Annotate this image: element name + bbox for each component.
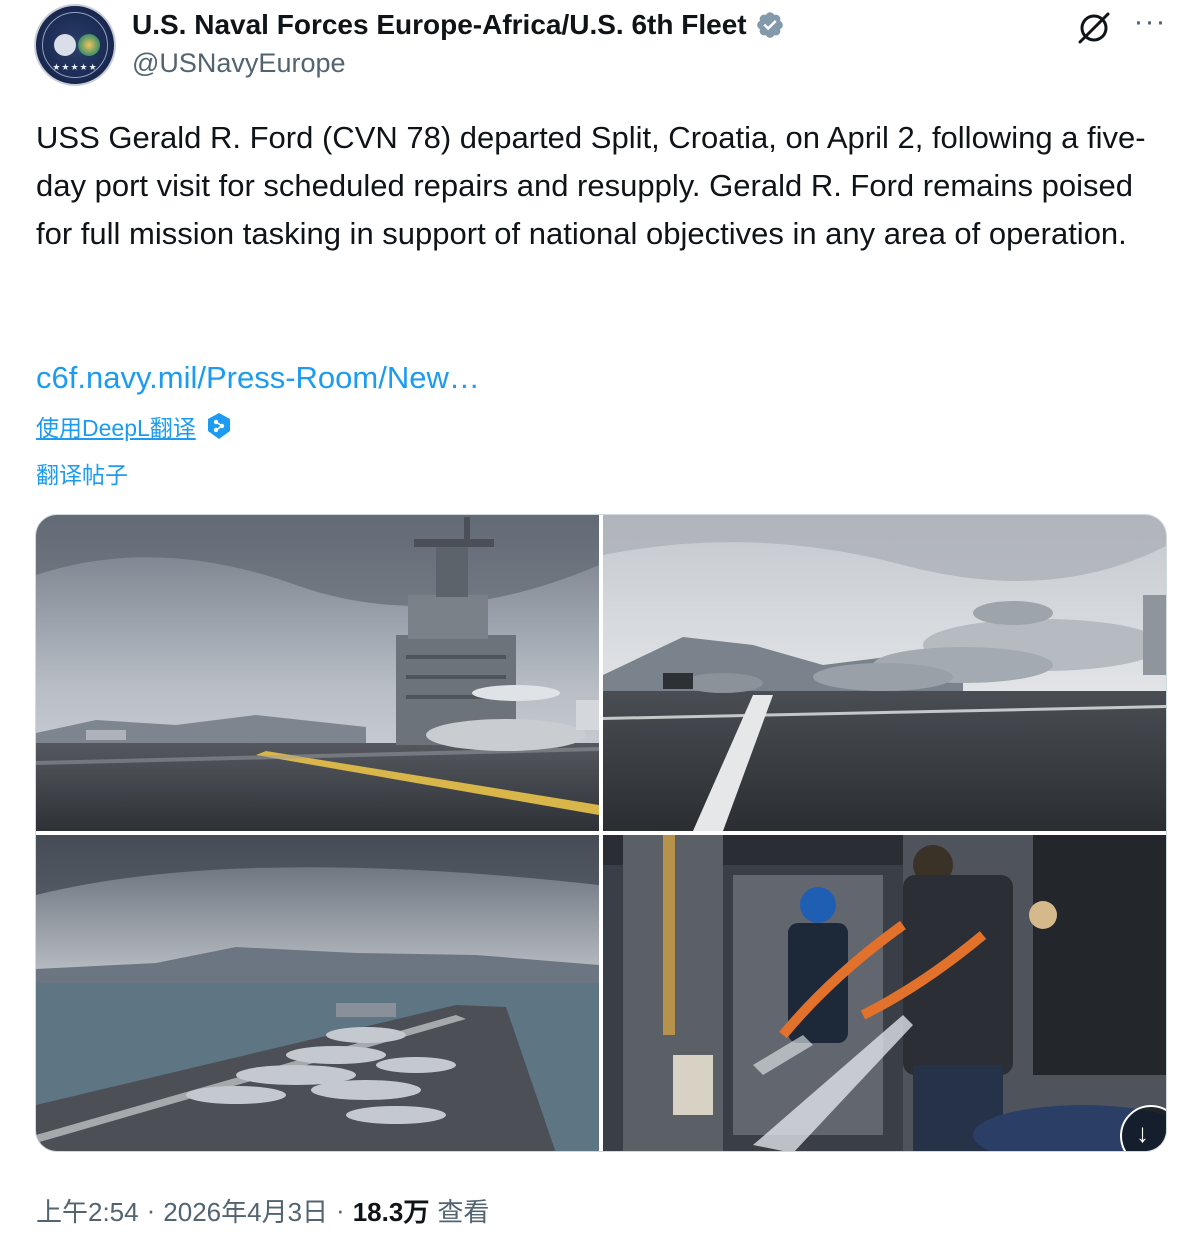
photo-jets-on-deck[interactable]	[603, 515, 1166, 831]
translate-post-link[interactable]: 翻译帖子	[36, 456, 128, 490]
media-grid: ↓	[35, 514, 1167, 1152]
author-name-row: U.S. Naval Forces Europe-Africa/U.S. 6th…	[132, 6, 785, 44]
author-handle[interactable]: @USNavyEurope	[132, 48, 346, 79]
avatar-stars: ★★★★★	[52, 62, 98, 72]
tweet-meta: 上午2:54 · 2026年4月3日 · 18.3万 查看	[36, 1192, 489, 1228]
photo-carrier-island-image	[36, 515, 599, 831]
views-label: 查看	[437, 1196, 490, 1227]
photo-jets-on-deck-image	[603, 515, 1166, 831]
meta-separator-2: ·	[336, 1194, 345, 1225]
verified-badge-icon[interactable]	[755, 10, 785, 40]
seal-right-icon	[78, 34, 100, 56]
photo-sailors-hangar[interactable]: ↓	[603, 835, 1166, 1151]
tweet-text: USS Gerald R. Ford (CVN 78) departed Spl…	[36, 120, 1146, 251]
grok-icon[interactable]	[1074, 8, 1114, 48]
photo-carrier-island[interactable]	[36, 515, 599, 831]
tweet-time[interactable]: 上午2:54	[36, 1192, 139, 1229]
tweet-date[interactable]: 2026年4月3日	[163, 1192, 328, 1229]
seal-left-icon	[54, 34, 76, 56]
author-display-name[interactable]: U.S. Naval Forces Europe-Africa/U.S. 6th…	[132, 9, 747, 41]
photo-sailors-hangar-image	[603, 835, 1166, 1151]
deepl-icon[interactable]	[204, 411, 234, 441]
photo-carrier-aerial[interactable]	[36, 835, 599, 1151]
avatar[interactable]: ★★★★★	[34, 4, 116, 86]
views-count[interactable]: 18.3万	[353, 1192, 430, 1229]
deepl-translate-link[interactable]: 使用DeepL翻译	[36, 409, 196, 443]
photo-carrier-aerial-image	[36, 835, 599, 1151]
more-options-icon[interactable]: ···	[1132, 7, 1168, 40]
meta-separator: ·	[146, 1194, 156, 1225]
tweet-card: ★★★★★ U.S. Naval Forces Europe-Africa/U.…	[0, 0, 1198, 1238]
deepl-translate-row: 使用DeepL翻译	[36, 408, 234, 444]
tweet-link[interactable]: c6f.navy.mil/Press-Room/New…	[36, 355, 480, 401]
